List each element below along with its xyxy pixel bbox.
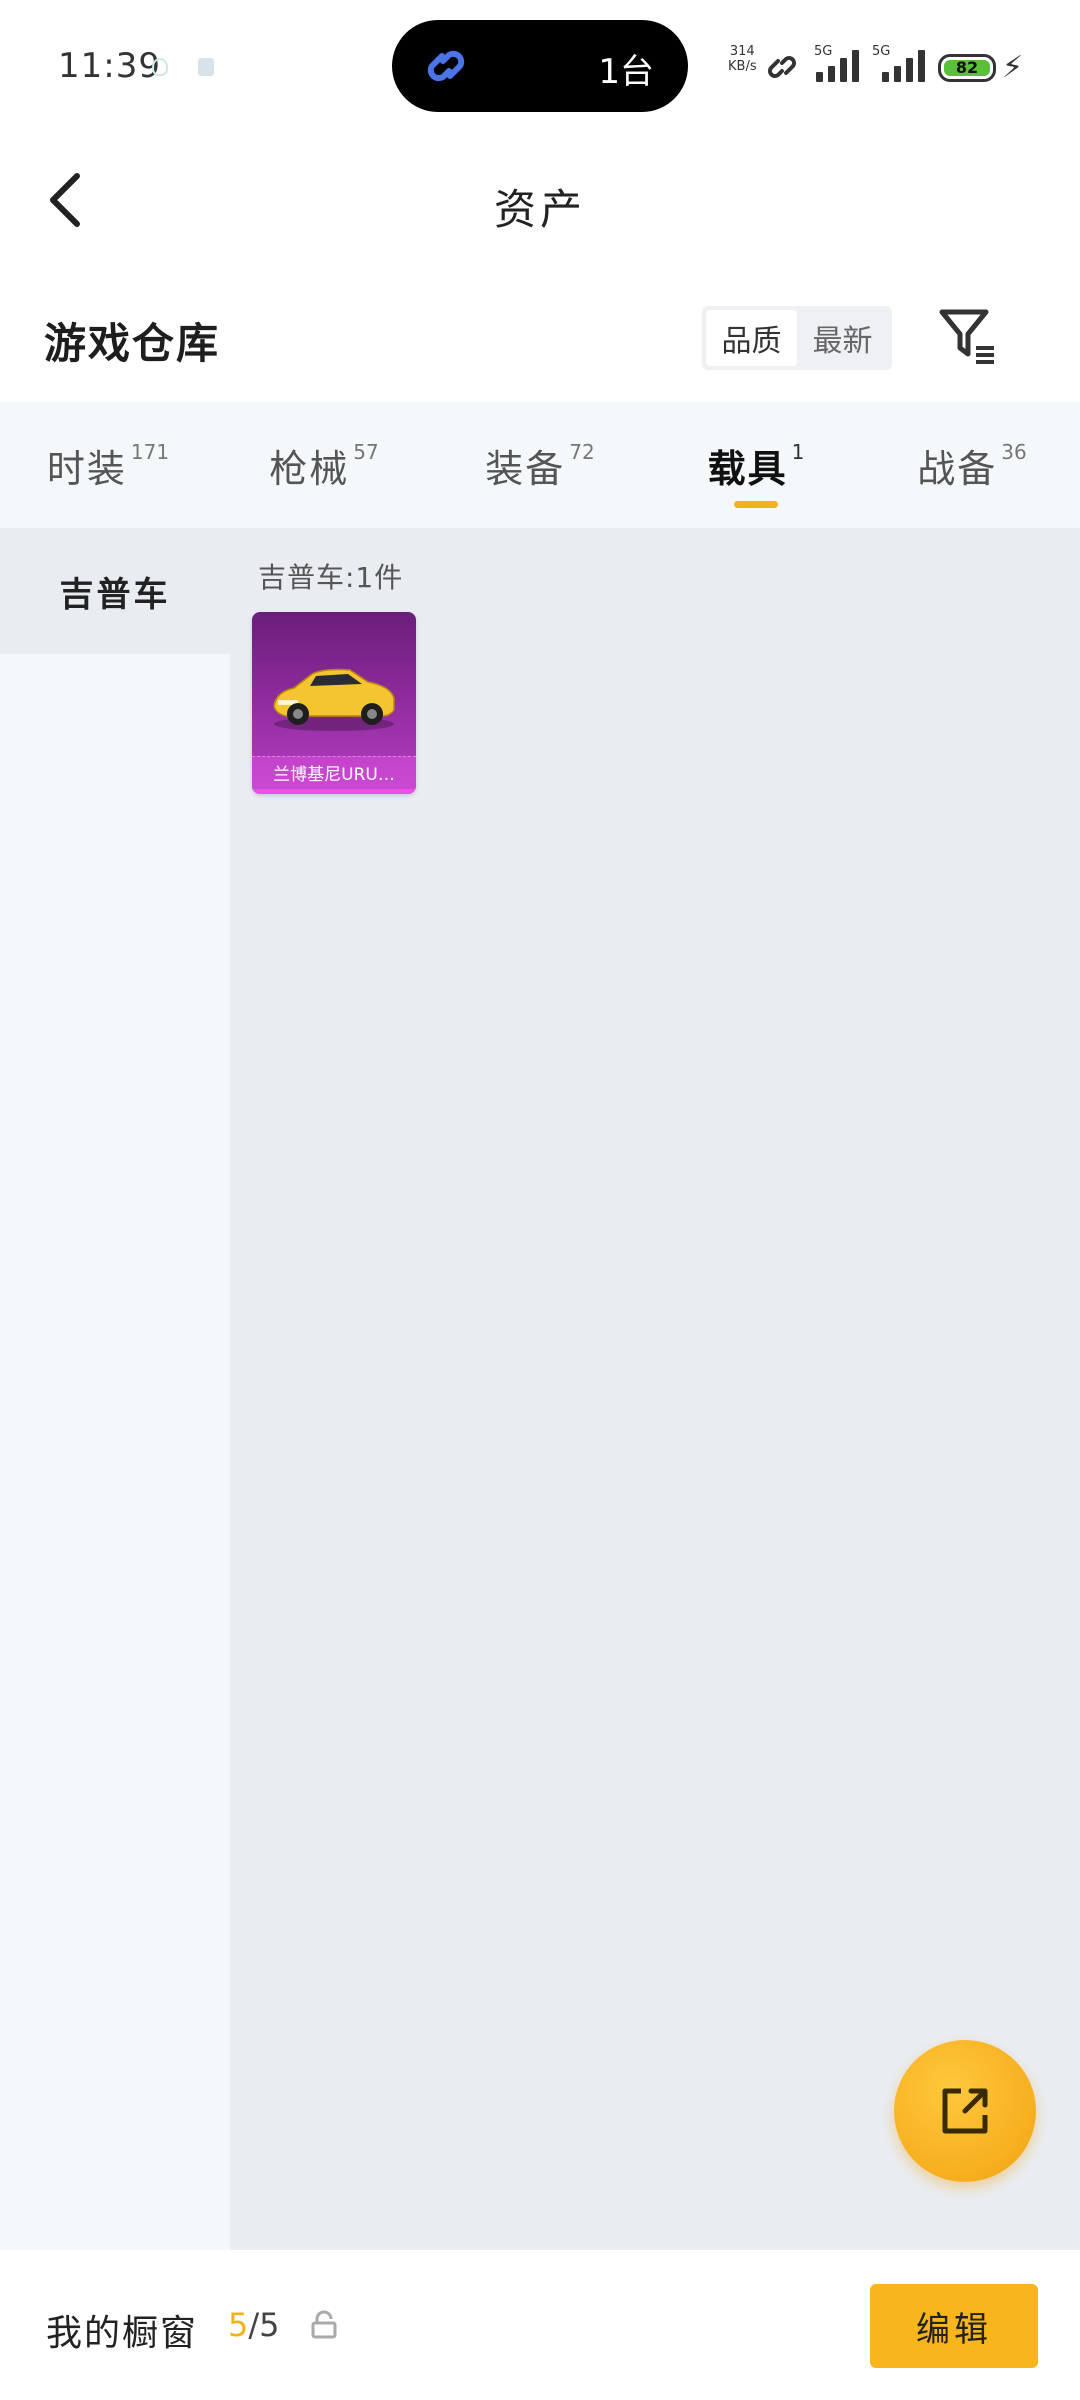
tab-fashion[interactable]: 时装 171 <box>0 402 216 528</box>
tab-supplies[interactable]: 战备 36 <box>864 402 1080 528</box>
lock-icon <box>311 2310 337 2339</box>
sidebar-item-jeep[interactable]: 吉普车 <box>0 528 230 654</box>
group-label: 吉普车:1件 <box>258 561 404 594</box>
tab-vehicles[interactable]: 载具 1 <box>648 402 864 528</box>
top-nav: 资产 <box>0 140 1080 260</box>
tab-label: 枪械 <box>269 447 350 491</box>
rarity-strip <box>252 789 416 794</box>
charging-icon: ⚡ <box>1002 50 1024 85</box>
tab-count: 57 <box>353 440 379 464</box>
inventory-body: 吉普车 吉普车:1件 兰博基尼URU… <box>0 528 1080 2250</box>
tab-count: 171 <box>130 440 170 464</box>
assets-page: 11:39 1台 314 KB/s 5G 5G 82 ⚡ 资产 游戏仓库 品质 … <box>0 0 1080 2400</box>
tab-count: 1 <box>791 440 805 464</box>
status-time: 11:39 <box>58 46 161 86</box>
tab-label: 载具 <box>707 447 788 491</box>
link-status-icon <box>768 56 796 78</box>
status-bar: 11:39 1台 314 KB/s 5G 5G 82 ⚡ <box>0 0 1080 140</box>
tab-equipment[interactable]: 装备 72 <box>432 402 648 528</box>
subcategory-sidebar: 吉普车 <box>0 528 230 2250</box>
message-icon <box>198 58 214 76</box>
external-link-icon <box>942 2088 988 2134</box>
showcase-bar: 我的橱窗 5/5 编辑 <box>0 2250 1080 2400</box>
showcase-count: 5/5 <box>228 2306 280 2344</box>
link-icon <box>427 50 465 82</box>
filter-icon <box>939 309 994 364</box>
category-tabs: 时装 171 枪械 57 装备 72 载具 1 战备 36 <box>0 402 1080 528</box>
warehouse-header: 游戏仓库 品质 最新 <box>0 290 1080 390</box>
tab-label: 战备 <box>917 447 998 491</box>
warehouse-title: 游戏仓库 <box>44 319 221 368</box>
pill-text: 1台 <box>598 52 654 92</box>
edit-button[interactable]: 编辑 <box>870 2284 1038 2368</box>
sort-quality-button[interactable]: 品质 <box>706 310 797 366</box>
battery-icon: 82 <box>938 54 996 82</box>
tab-label: 装备 <box>485 447 566 491</box>
filter-button[interactable] <box>936 302 1000 372</box>
page-title: 资产 <box>493 185 586 234</box>
tab-label: 时装 <box>46 447 127 491</box>
net-speed: 314 KB/s <box>728 44 757 74</box>
item-grid: 吉普车:1件 兰博基尼URU… <box>230 528 1080 2250</box>
signal-icon <box>816 48 859 82</box>
notification-icon <box>152 58 168 76</box>
car-image <box>273 668 395 731</box>
tab-count: 72 <box>569 440 595 464</box>
item-card[interactable]: 兰博基尼URU… <box>252 612 416 794</box>
signal-icon-2 <box>882 48 925 82</box>
active-tab-indicator <box>734 501 778 508</box>
tab-count: 36 <box>1001 440 1027 464</box>
tab-firearms[interactable]: 枪械 57 <box>216 402 432 528</box>
share-fab[interactable] <box>894 2040 1036 2182</box>
sort-latest-button[interactable]: 最新 <box>797 310 888 366</box>
dynamic-pill[interactable]: 1台 <box>392 20 688 112</box>
sort-toggle: 品质 最新 <box>702 306 892 370</box>
showcase-label: 我的橱窗 <box>46 2313 199 2354</box>
